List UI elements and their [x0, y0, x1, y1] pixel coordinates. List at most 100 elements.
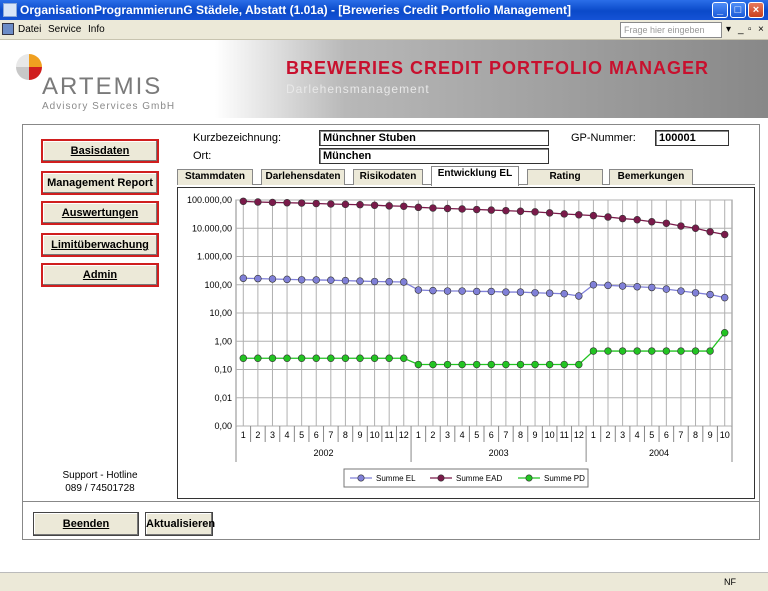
- management-report-label: Management Report: [47, 177, 153, 189]
- mdi-minimize-icon[interactable]: _: [738, 24, 744, 35]
- legend-marker: [525, 474, 533, 482]
- tab-bemerkungen[interactable]: Bemerkungen: [609, 169, 693, 185]
- data-point: [385, 278, 393, 286]
- data-point: [312, 354, 320, 362]
- artemis-logo-icon: [16, 54, 42, 80]
- management-report-button[interactable]: Management Report: [41, 171, 159, 195]
- data-point: [502, 360, 510, 369]
- data-point: [370, 354, 379, 362]
- data-point: [516, 288, 525, 296]
- data-point: [283, 354, 291, 362]
- y-tick-label: 100.000,00: [187, 195, 232, 205]
- kurzbezeichnung-field[interactable]: Münchner Stuben: [319, 130, 549, 146]
- mdi-restore-icon[interactable]: ▫: [748, 24, 752, 35]
- beenden-button[interactable]: Beenden: [33, 512, 139, 536]
- x-tick-label: 3: [270, 430, 275, 440]
- data-point: [560, 210, 568, 218]
- data-point: [677, 222, 685, 230]
- data-point: [575, 211, 583, 219]
- help-search-input[interactable]: Frage hier eingeben: [620, 22, 722, 38]
- menu-datei[interactable]: Datei: [18, 24, 41, 35]
- admin-button[interactable]: Admin: [41, 263, 159, 287]
- data-point: [516, 207, 525, 215]
- data-point: [516, 360, 525, 369]
- legend-label: Summe EAD: [456, 474, 502, 483]
- gp-nummer-field[interactable]: 100001: [655, 130, 729, 146]
- data-point: [297, 199, 306, 207]
- menu-service[interactable]: Service: [48, 24, 81, 35]
- data-point: [721, 329, 729, 337]
- menubar: Datei Service Info Frage hier eingeben ▾…: [0, 20, 768, 40]
- x-tick-label: 5: [649, 430, 654, 440]
- data-point: [545, 209, 554, 217]
- auswertungen-button[interactable]: Auswertungen: [41, 201, 159, 225]
- data-point: [429, 286, 437, 295]
- x-tick-label: 9: [708, 430, 713, 440]
- data-point: [575, 292, 583, 300]
- x-tick-label: 10: [545, 430, 555, 440]
- tab-entwicklung-el[interactable]: Entwicklung EL: [431, 166, 519, 186]
- data-point: [487, 287, 495, 296]
- x-tick-label: 7: [328, 430, 333, 440]
- app-subtitle: Darlehensmanagement: [286, 82, 430, 96]
- data-point: [604, 347, 612, 355]
- app-icon: [3, 3, 17, 17]
- data-point: [268, 198, 277, 207]
- data-point: [312, 199, 320, 208]
- data-point: [473, 287, 481, 296]
- x-tick-label: 7: [503, 430, 508, 440]
- legend-marker: [357, 474, 365, 482]
- maximize-icon[interactable]: □: [730, 2, 746, 18]
- data-point: [473, 205, 481, 214]
- tab-stammdaten[interactable]: Stammdaten: [177, 169, 253, 185]
- ort-field[interactable]: München: [319, 148, 549, 164]
- data-point: [385, 354, 393, 362]
- data-point: [356, 354, 364, 362]
- window-title: OrganisationProgrammierunG Städele, Abst…: [20, 3, 571, 17]
- data-point: [531, 360, 539, 369]
- data-point: [400, 278, 408, 286]
- legend-label: Summe EL: [376, 474, 416, 483]
- data-point: [648, 347, 656, 355]
- year-label: 2003: [489, 448, 509, 458]
- data-point: [633, 283, 641, 291]
- x-tick-label: 10: [720, 430, 730, 440]
- limitueberwachung-button[interactable]: Limitüberwachung: [41, 233, 159, 257]
- tab-strip: Stammdaten Darlehensdaten Risikodaten En…: [177, 166, 755, 186]
- data-point: [458, 360, 466, 369]
- data-point: [589, 211, 598, 220]
- support-hotline: Support - Hotline 089 / 74501728: [41, 469, 159, 495]
- data-point: [662, 347, 671, 355]
- mdi-close-icon[interactable]: ×: [758, 24, 764, 35]
- x-tick-label: 3: [620, 430, 625, 440]
- data-point: [677, 347, 685, 355]
- gp-nummer-label: GP-Nummer:: [571, 132, 636, 144]
- year-label: 2004: [649, 448, 669, 458]
- data-point: [633, 347, 641, 355]
- tab-darlehensdaten[interactable]: Darlehensdaten: [261, 169, 345, 185]
- tab-risikodaten[interactable]: Risikodaten: [353, 169, 423, 185]
- data-point: [254, 198, 262, 206]
- dropdown-arrow-icon[interactable]: ▾: [726, 24, 731, 35]
- data-point: [458, 287, 466, 295]
- x-tick-label: 4: [635, 430, 640, 440]
- x-tick-label: 5: [474, 430, 479, 440]
- data-point: [545, 360, 554, 369]
- aktualisieren-button[interactable]: Aktualisieren: [145, 512, 215, 536]
- basisdaten-button[interactable]: Basisdaten: [41, 139, 159, 163]
- x-tick-label: 10: [370, 430, 380, 440]
- close-icon[interactable]: ×: [748, 2, 764, 18]
- support-phone: 089 / 74501728: [65, 483, 135, 494]
- data-point: [327, 200, 335, 208]
- data-point: [414, 286, 423, 294]
- minimize-icon[interactable]: _: [712, 2, 728, 18]
- data-point: [589, 281, 598, 289]
- data-point: [414, 360, 423, 369]
- x-tick-label: 5: [299, 430, 304, 440]
- y-tick-label: 1.000,00: [197, 252, 232, 262]
- data-point: [618, 347, 627, 355]
- tab-rating[interactable]: Rating: [527, 169, 603, 185]
- menu-info[interactable]: Info: [88, 24, 105, 35]
- data-point: [706, 228, 714, 236]
- document-icon[interactable]: [2, 23, 14, 35]
